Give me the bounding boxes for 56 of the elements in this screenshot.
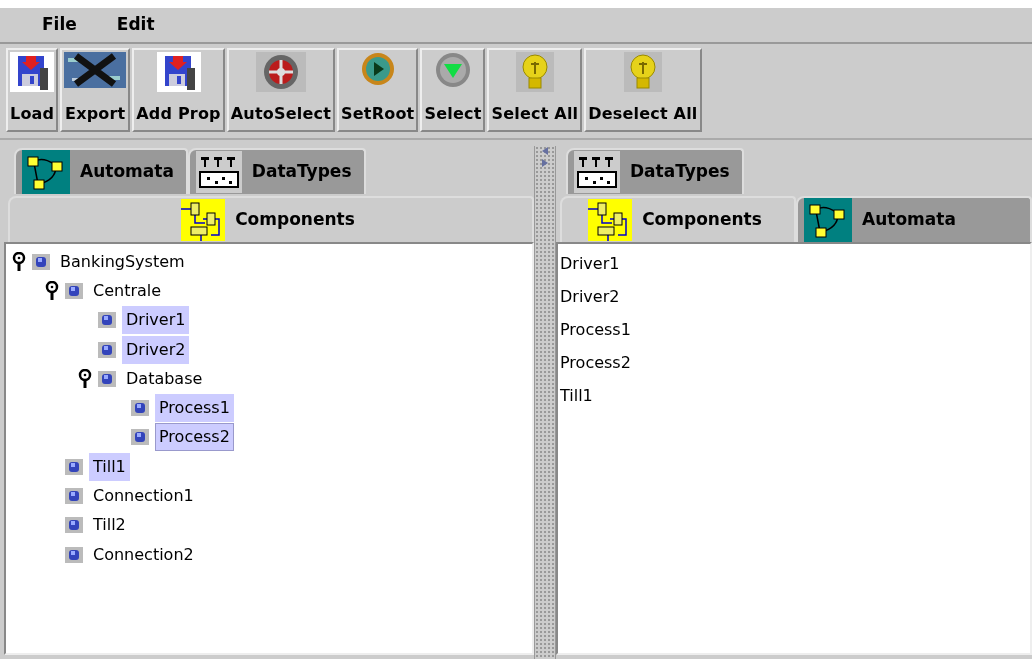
tree-node[interactable]: Driver2 [122,335,190,364]
component-node-icon [65,458,83,475]
component-node-icon [131,400,149,417]
component-node-icon [131,429,149,446]
component-node-icon [98,370,116,387]
tab[interactable]: DataTypes [187,148,366,194]
toolbar-button[interactable]: AutoSelect [226,48,336,132]
crossed-image-icon [64,52,127,88]
tree-node[interactable]: Process1 [155,394,234,423]
play-icon [360,52,395,86]
toolbar-button[interactable]: Add Prop [132,48,225,132]
tree-node[interactable]: Connection2 [89,540,198,569]
state-graph-icon [22,150,70,194]
tree-node[interactable]: BankingSystem [56,247,189,276]
list-item[interactable]: Driver2 [560,280,1028,313]
state-graph-icon [804,198,852,242]
tree-node[interactable]: Driver1 [122,306,190,335]
tab[interactable]: Components [560,196,796,242]
tree-node[interactable]: Centrale [89,276,166,305]
tree-node[interactable]: Database [122,364,207,393]
list-item[interactable]: Driver1 [560,247,1028,280]
component-node-icon [98,341,116,358]
toolbar-button[interactable]: SetRoot [337,48,419,132]
component-node-icon [65,517,83,534]
light-bulb-icon [623,52,662,92]
list-item[interactable]: Process1 [560,313,1028,346]
tab[interactable]: DataTypes [566,148,744,194]
tab[interactable]: Components [8,196,534,242]
tree-node[interactable]: Process2 [155,423,234,452]
tab[interactable]: Automata [14,148,188,194]
splitter-handle[interactable] [534,146,556,659]
collapse-arrows-icon [541,146,549,168]
data-table-icon [574,151,620,193]
menu-item[interactable]: File [22,12,97,38]
component-diagram-icon [588,199,633,241]
toolbar-button[interactable]: Select All [487,48,583,132]
component-node-icon [65,488,83,504]
toolbar-button[interactable]: Select [420,48,486,132]
list-item[interactable]: Till1 [560,379,1028,412]
component-node-icon [98,312,116,329]
data-table-icon [195,151,242,193]
list-item[interactable]: Process2 [560,346,1028,379]
component-node-icon [32,253,50,270]
gear-icon [255,52,306,92]
light-bulb-icon [515,52,554,92]
toolbar-button[interactable]: Export [60,48,131,132]
tree-node[interactable]: Till1 [89,452,130,481]
toolbar-button[interactable]: Load [6,48,59,132]
component-node-icon [65,546,83,563]
tree-node[interactable]: Till2 [89,511,130,540]
component-diagram-icon [181,199,226,241]
toolbar-button[interactable]: Deselect All [584,48,702,132]
menu-item[interactable]: Edit [96,12,175,38]
tree-node[interactable]: Connection1 [89,482,198,510]
tab[interactable]: Automata [796,196,1032,242]
component-node-icon [65,282,83,299]
